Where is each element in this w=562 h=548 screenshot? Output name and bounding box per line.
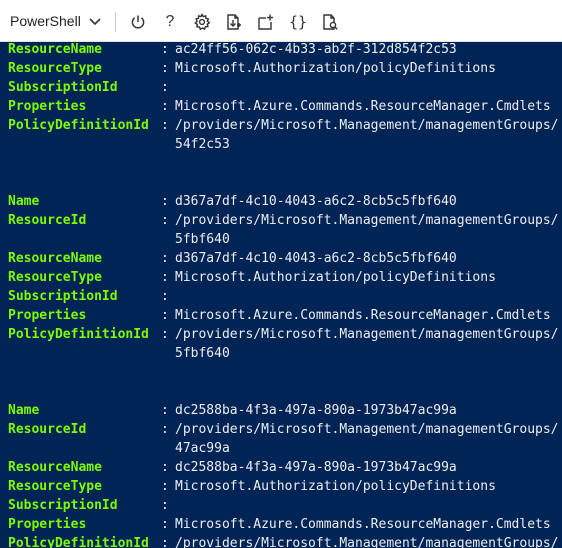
separator-colon: :	[161, 517, 169, 532]
power-icon	[130, 14, 146, 30]
web-preview-button[interactable]	[319, 11, 341, 33]
property-name: ResourceType	[8, 61, 102, 76]
new-session-icon	[257, 13, 275, 31]
separator-colon: :	[161, 403, 169, 418]
separator-colon: :	[161, 194, 169, 209]
property-value: d367a7df-4c10-4043-a6c2-8cb5c5fbf640	[175, 194, 457, 209]
property-value: /providers/Microsoft.Management/manageme…	[175, 536, 559, 548]
property-name: Name	[8, 403, 40, 418]
property-value: dc2588ba-4f3a-497a-890a-1973b47ac99a	[175, 403, 457, 418]
help-icon: ?	[165, 13, 175, 30]
separator-colon: :	[161, 479, 169, 494]
property-value: Microsoft.Authorization/policyDefinition…	[175, 479, 496, 494]
property-name: Properties	[8, 308, 87, 323]
property-name: PolicyDefinitionId	[8, 536, 149, 548]
shell-type-label: PowerShell	[10, 13, 81, 29]
property-value: /providers/Microsoft.Management/manageme…	[175, 213, 559, 228]
property-value: Microsoft.Authorization/policyDefinition…	[175, 270, 496, 285]
property-name: SubscriptionId	[8, 289, 118, 304]
property-value: 5fbf640	[175, 232, 230, 247]
property-name: Properties	[8, 99, 87, 114]
separator-colon: :	[161, 289, 169, 304]
property-name: PolicyDefinitionId	[8, 327, 149, 342]
separator-colon: :	[161, 251, 169, 266]
property-name: SubscriptionId	[8, 498, 118, 513]
property-value: dc2588ba-4f3a-497a-890a-1973b47ac99a	[175, 460, 457, 475]
property-name: PolicyDefinitionId	[8, 118, 149, 133]
separator-colon: :	[161, 80, 169, 95]
property-value: /providers/Microsoft.Management/manageme…	[175, 422, 559, 437]
chevron-down-icon	[89, 13, 101, 29]
separator-colon: :	[161, 536, 169, 548]
separator-colon: :	[161, 308, 169, 323]
separator-colon: :	[161, 213, 169, 228]
open-editor-button[interactable]: {}	[287, 11, 309, 33]
property-value: 5fbf640	[175, 346, 230, 361]
property-value: /providers/Microsoft.Management/manageme…	[175, 327, 559, 342]
settings-button[interactable]	[191, 11, 213, 33]
web-preview-icon	[321, 13, 339, 31]
help-button[interactable]: ?	[159, 11, 181, 33]
property-name: ResourceName	[8, 460, 102, 475]
property-name: ResourceName	[8, 251, 102, 266]
property-value: 54f2c53	[175, 137, 230, 152]
property-name: ResourceType	[8, 270, 102, 285]
property-name: ResourceType	[8, 479, 102, 494]
separator-colon: :	[161, 99, 169, 114]
property-value: /providers/Microsoft.Management/manageme…	[175, 118, 559, 133]
separator-colon: :	[161, 61, 169, 76]
shell-type-dropdown[interactable]: PowerShell	[10, 10, 101, 32]
restart-button[interactable]	[127, 11, 149, 33]
cloud-shell-toolbar: PowerShell ? {}	[0, 0, 562, 42]
property-value: 47ac99a	[175, 441, 230, 456]
property-value: Microsoft.Azure.Commands.ResourceManager…	[175, 308, 551, 323]
property-name: ResourceName	[8, 42, 102, 57]
property-value: Microsoft.Azure.Commands.ResourceManager…	[175, 517, 551, 532]
property-name: ResourceId	[8, 213, 87, 228]
separator-colon: :	[161, 498, 169, 513]
toolbar-divider	[115, 12, 116, 32]
separator-colon: :	[161, 327, 169, 342]
terminal-output[interactable]: ResourceName: ac24ff56-062c-4b33-ab2f-312…	[0, 42, 562, 548]
separator-colon: :	[161, 118, 169, 133]
new-session-button[interactable]	[255, 11, 277, 33]
upload-download-button[interactable]	[223, 11, 245, 33]
property-name: ResourceId	[8, 422, 87, 437]
property-name: SubscriptionId	[8, 80, 118, 95]
separator-colon: :	[161, 270, 169, 285]
braces-icon: {}	[288, 13, 308, 31]
property-value: d367a7df-4c10-4043-a6c2-8cb5c5fbf640	[175, 251, 457, 266]
gear-icon	[193, 13, 211, 31]
property-value: Microsoft.Authorization/policyDefinition…	[175, 61, 496, 76]
property-name: Name	[8, 194, 40, 209]
upload-download-icon	[225, 13, 243, 31]
property-name: Properties	[8, 517, 87, 532]
separator-colon: :	[161, 460, 169, 475]
property-value: ac24ff56-062c-4b33-ab2f-312d854f2c53	[175, 42, 457, 57]
separator-colon: :	[161, 422, 169, 437]
property-value: Microsoft.Azure.Commands.ResourceManager…	[175, 99, 551, 114]
separator-colon: :	[161, 42, 169, 57]
